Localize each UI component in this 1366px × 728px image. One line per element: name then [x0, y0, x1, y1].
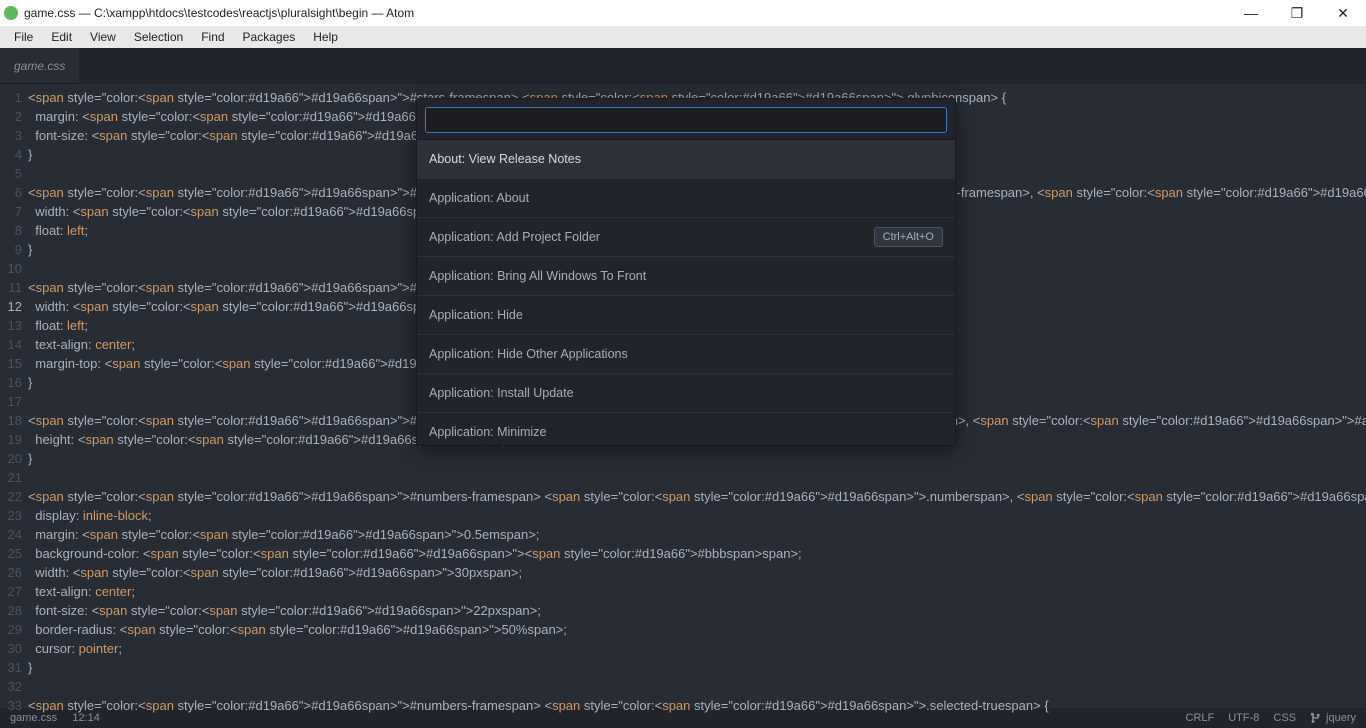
line-number[interactable]: 1: [0, 88, 22, 107]
atom-logo-icon: [4, 6, 18, 20]
command-palette-item[interactable]: About: View Release Notes: [417, 140, 955, 179]
line-number[interactable]: 20: [0, 449, 22, 468]
menu-help[interactable]: Help: [305, 28, 346, 46]
line-number[interactable]: 31: [0, 658, 22, 677]
line-number[interactable]: 27: [0, 582, 22, 601]
line-number[interactable]: 28: [0, 601, 22, 620]
line-gutter: 1234567891011121314151617181920212223242…: [0, 88, 28, 715]
line-number[interactable]: 9: [0, 240, 22, 259]
line-number[interactable]: 24: [0, 525, 22, 544]
command-palette-item[interactable]: Application: About: [417, 179, 955, 218]
command-palette-item[interactable]: Application: Install Update: [417, 374, 955, 413]
tab-game-css[interactable]: game.css: [0, 48, 79, 84]
line-number[interactable]: 18: [0, 411, 22, 430]
code-line[interactable]: text-align: center;: [28, 582, 1366, 601]
code-line[interactable]: margin: <span style="color:<span style="…: [28, 525, 1366, 544]
line-number[interactable]: 4: [0, 145, 22, 164]
line-number[interactable]: 3: [0, 126, 22, 145]
command-label: About: View Release Notes: [429, 152, 581, 166]
menu-view[interactable]: View: [82, 28, 124, 46]
line-number[interactable]: 25: [0, 544, 22, 563]
command-palette-item[interactable]: Application: Hide: [417, 296, 955, 335]
menu-bar: File Edit View Selection Find Packages H…: [0, 26, 1366, 48]
menu-file[interactable]: File: [6, 28, 41, 46]
line-number[interactable]: 8: [0, 221, 22, 240]
line-number[interactable]: 5: [0, 164, 22, 183]
command-label: Application: Minimize: [429, 425, 546, 439]
code-line[interactable]: width: <span style="color:<span style="c…: [28, 563, 1366, 582]
menu-edit[interactable]: Edit: [43, 28, 80, 46]
line-number[interactable]: 14: [0, 335, 22, 354]
menu-packages[interactable]: Packages: [235, 28, 304, 46]
line-number[interactable]: 16: [0, 373, 22, 392]
line-number[interactable]: 10: [0, 259, 22, 278]
command-palette-input[interactable]: [425, 107, 947, 133]
code-line[interactable]: }: [28, 658, 1366, 677]
line-number[interactable]: 23: [0, 506, 22, 525]
line-number[interactable]: 17: [0, 392, 22, 411]
code-line[interactable]: cursor: pointer;: [28, 639, 1366, 658]
line-number[interactable]: 26: [0, 563, 22, 582]
command-palette-item[interactable]: Application: Hide Other Applications: [417, 335, 955, 374]
line-number[interactable]: 29: [0, 620, 22, 639]
window-title: game.css — C:\xampp\htdocs\testcodes\rea…: [24, 6, 414, 20]
line-number[interactable]: 15: [0, 354, 22, 373]
command-palette-item[interactable]: Application: Add Project Folder Ctrl+Alt+…: [417, 218, 955, 257]
command-label: Application: Bring All Windows To Front: [429, 269, 646, 283]
line-number[interactable]: 13: [0, 316, 22, 335]
code-line[interactable]: [28, 468, 1366, 487]
code-line[interactable]: display: inline-block;: [28, 506, 1366, 525]
command-palette: About: View Release Notes Application: Ab…: [416, 98, 956, 446]
menu-find[interactable]: Find: [193, 28, 232, 46]
line-number[interactable]: 6: [0, 183, 22, 202]
command-label: Application: Hide Other Applications: [429, 347, 628, 361]
maximize-button[interactable]: ❐: [1274, 0, 1320, 26]
line-number[interactable]: 19: [0, 430, 22, 449]
minimize-button[interactable]: —: [1228, 0, 1274, 26]
command-label: Application: Add Project Folder: [429, 230, 600, 244]
command-palette-item[interactable]: Application: Minimize: [417, 413, 955, 445]
line-number[interactable]: 2: [0, 107, 22, 126]
code-line[interactable]: font-size: <span style="color:<span styl…: [28, 601, 1366, 620]
line-number[interactable]: 30: [0, 639, 22, 658]
editor-pane: game.css 1234567891011121314151617181920…: [0, 48, 1366, 708]
code-line[interactable]: <span style="color:<span style="color:#d…: [28, 487, 1366, 506]
menu-selection[interactable]: Selection: [126, 28, 191, 46]
line-number[interactable]: 32: [0, 677, 22, 696]
code-line[interactable]: <span style="color:<span style="color:#d…: [28, 696, 1366, 715]
command-label: Application: About: [429, 191, 529, 205]
code-line[interactable]: [28, 677, 1366, 696]
line-number[interactable]: 22: [0, 487, 22, 506]
command-palette-list[interactable]: About: View Release Notes Application: Ab…: [417, 139, 955, 445]
tab-bar: game.css: [0, 48, 1366, 84]
line-number[interactable]: 12: [0, 297, 22, 316]
code-line[interactable]: background-color: <span style="color:<sp…: [28, 544, 1366, 563]
line-number[interactable]: 33: [0, 696, 22, 715]
code-line[interactable]: border-radius: <span style="color:<span …: [28, 620, 1366, 639]
keybinding: Ctrl+Alt+O: [874, 227, 943, 247]
command-palette-item[interactable]: Application: Bring All Windows To Front: [417, 257, 955, 296]
code-line[interactable]: }: [28, 449, 1366, 468]
line-number[interactable]: 21: [0, 468, 22, 487]
window-titlebar: game.css — C:\xampp\htdocs\testcodes\rea…: [0, 0, 1366, 26]
close-button[interactable]: ✕: [1320, 0, 1366, 26]
command-label: Application: Hide: [429, 308, 523, 322]
line-number[interactable]: 11: [0, 278, 22, 297]
line-number[interactable]: 7: [0, 202, 22, 221]
command-label: Application: Install Update: [429, 386, 574, 400]
